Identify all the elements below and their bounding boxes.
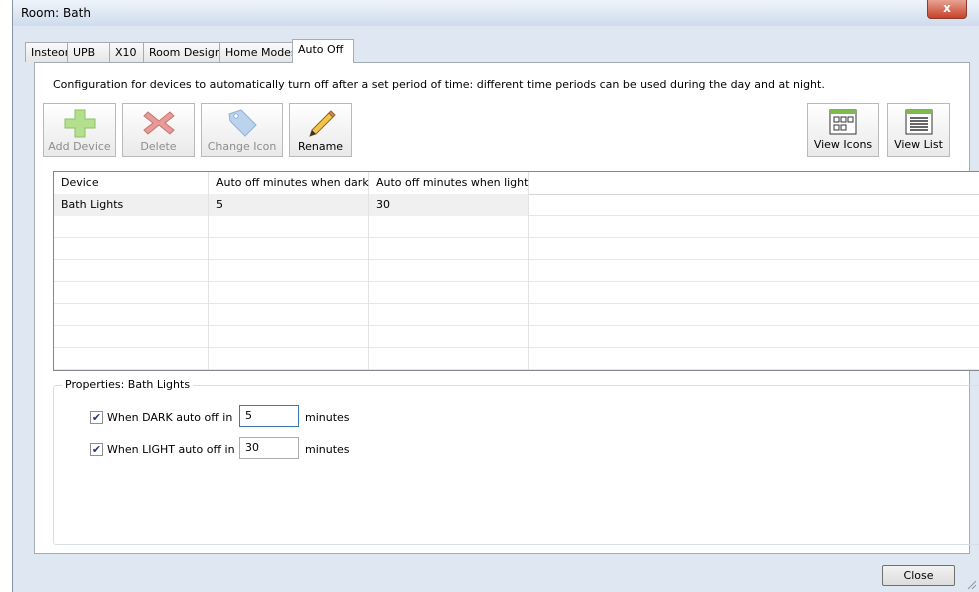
window-close-button[interactable]: x bbox=[927, 0, 967, 19]
title-bar: Room: Bath x bbox=[13, 0, 979, 26]
cell-light-minutes: 30 bbox=[369, 194, 529, 216]
close-button[interactable]: Close bbox=[882, 565, 955, 586]
properties-legend: Properties: Bath Lights bbox=[62, 378, 194, 391]
tag-icon bbox=[228, 109, 257, 137]
dialog-window: Room: Bath x Insteon UPB X10 Room Design… bbox=[12, 0, 979, 592]
view-icons-button[interactable]: View Icons bbox=[807, 103, 879, 157]
dark-auto-off-checkbox[interactable]: ✔ bbox=[90, 411, 103, 424]
empty-row bbox=[54, 304, 979, 326]
light-minutes-input[interactable]: 30 bbox=[239, 437, 299, 459]
delete-button[interactable]: Delete bbox=[122, 103, 195, 157]
list-view-icon bbox=[905, 109, 932, 135]
empty-row bbox=[54, 282, 979, 304]
empty-row bbox=[54, 238, 979, 260]
light-minutes-unit: minutes bbox=[305, 443, 350, 456]
delete-label: Delete bbox=[140, 140, 177, 153]
properties-group: Properties: Bath Lights ✔ When DARK auto… bbox=[53, 378, 979, 545]
pencil-icon bbox=[308, 110, 336, 137]
column-header-device[interactable]: Device bbox=[54, 172, 209, 194]
view-list-button[interactable]: View List bbox=[887, 103, 950, 157]
table-header: Device Auto off minutes when dark Auto o… bbox=[54, 172, 979, 195]
empty-row bbox=[54, 348, 979, 370]
dark-auto-off-label: When DARK auto off in bbox=[107, 411, 233, 424]
empty-row bbox=[54, 326, 979, 348]
table-row[interactable]: Bath Lights 5 30 bbox=[54, 194, 979, 216]
resize-grip-icon[interactable] bbox=[965, 578, 977, 590]
plus-icon bbox=[64, 109, 95, 138]
tab-x10[interactable]: X10 bbox=[109, 42, 144, 62]
cell-dark-minutes: 5 bbox=[209, 194, 369, 216]
change-icon-button[interactable]: Change Icon bbox=[201, 103, 283, 157]
tab-upb[interactable]: UPB bbox=[67, 42, 110, 62]
view-icons-label: View Icons bbox=[813, 138, 873, 151]
close-icon: x bbox=[943, 1, 951, 15]
grid-view-icon bbox=[829, 109, 857, 135]
window-title: Room: Bath bbox=[21, 6, 91, 20]
column-header-light-minutes[interactable]: Auto off minutes when light bbox=[369, 172, 529, 194]
change-icon-label: Change Icon bbox=[207, 140, 277, 153]
tab-auto-off[interactable]: Auto Off bbox=[292, 39, 354, 63]
cell-device: Bath Lights bbox=[54, 194, 209, 216]
dark-minutes-input[interactable]: 5 bbox=[239, 405, 299, 427]
add-device-label: Add Device bbox=[48, 140, 111, 153]
add-device-button[interactable]: Add Device bbox=[43, 103, 116, 157]
panel-description: Configuration for devices to automatical… bbox=[53, 78, 825, 91]
device-table: Device Auto off minutes when dark Auto o… bbox=[53, 171, 979, 371]
light-auto-off-checkbox[interactable]: ✔ bbox=[90, 443, 103, 456]
column-header-dark-minutes[interactable]: Auto off minutes when dark bbox=[209, 172, 369, 194]
rename-button[interactable]: Rename bbox=[289, 103, 352, 157]
dark-minutes-unit: minutes bbox=[305, 411, 350, 424]
delete-x-icon bbox=[142, 111, 175, 135]
view-list-label: View List bbox=[894, 138, 943, 151]
empty-row bbox=[54, 260, 979, 282]
auto-off-panel: Configuration for devices to automatical… bbox=[34, 62, 979, 554]
light-auto-off-label: When LIGHT auto off in bbox=[107, 443, 235, 456]
tab-insteon[interactable]: Insteon bbox=[25, 42, 72, 62]
tab-room-design[interactable]: Room Design bbox=[143, 42, 222, 62]
empty-row bbox=[54, 216, 979, 238]
rename-label: Rename bbox=[297, 140, 344, 153]
tab-home-modes[interactable]: Home Modes bbox=[219, 42, 297, 62]
